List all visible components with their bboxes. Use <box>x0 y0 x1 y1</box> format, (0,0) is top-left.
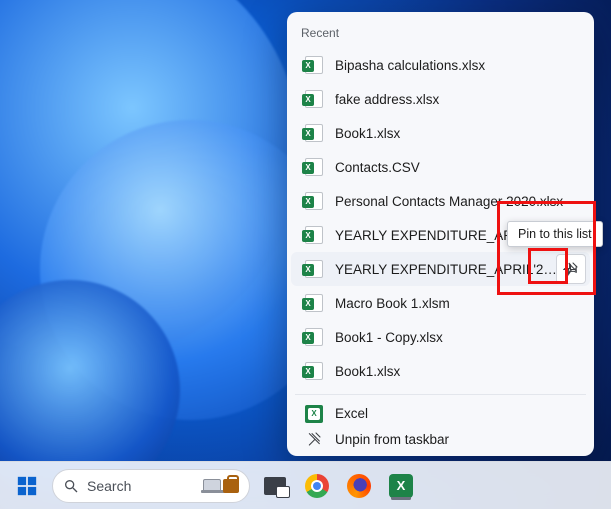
jumplist-unpin-label: Unpin from taskbar <box>335 432 576 447</box>
jumplist-item[interactable]: Book1 - Copy.xlsx <box>291 320 590 354</box>
jumplist-item[interactable]: Contacts.CSV <box>291 150 590 184</box>
windows-logo-icon <box>16 475 38 497</box>
excel-file-icon <box>305 124 323 142</box>
jumplist-item[interactable]: fake address.xlsx <box>291 82 590 116</box>
excel-file-icon <box>305 226 323 244</box>
jumplist-item[interactable]: Personal Contacts Manager 2020.xlsx <box>291 184 590 218</box>
excel-app-icon <box>305 405 323 423</box>
jumplist-recent-list: Bipasha calculations.xlsx fake address.x… <box>287 48 594 388</box>
excel-icon: X <box>389 474 413 498</box>
jumplist-unpin-row[interactable]: Unpin from taskbar <box>291 426 590 452</box>
excel-file-icon <box>305 90 323 108</box>
taskbar: Search X <box>0 461 611 509</box>
jumplist-item[interactable]: YEARLY EXPENDITURE_APRIL'2… <box>291 252 590 286</box>
jumplist-item-label: Book1 - Copy.xlsx <box>335 330 576 345</box>
chrome-icon <box>305 474 329 498</box>
excel-file-icon <box>305 192 323 210</box>
pin-to-list-button[interactable] <box>556 254 586 284</box>
jumplist-item-label: Book1.xlsx <box>335 364 576 379</box>
excel-file-icon <box>305 260 323 278</box>
jumplist-item[interactable]: Book1.xlsx <box>291 354 590 388</box>
jumplist-item-label: YEARLY EXPENDITURE_APRIL'2… <box>335 262 576 277</box>
jumplist-item[interactable]: Bipasha calculations.xlsx <box>291 48 590 82</box>
excel-file-icon <box>305 56 323 74</box>
taskbar-search-placeholder: Search <box>87 478 195 494</box>
task-view-icon <box>264 477 286 495</box>
jumplist-item-label: Bipasha calculations.xlsx <box>335 58 576 73</box>
jumplist-item-label: Macro Book 1.xlsm <box>335 296 576 311</box>
jumplist-app-label: Excel <box>335 406 576 421</box>
unpin-icon <box>305 430 323 448</box>
start-button[interactable] <box>10 469 44 503</box>
jumplist-item-label: Personal Contacts Manager 2020.xlsx <box>335 194 576 209</box>
taskbar-app-chrome[interactable] <box>300 469 334 503</box>
excel-file-icon <box>305 158 323 176</box>
jumplist-item[interactable]: Macro Book 1.xlsm <box>291 286 590 320</box>
jumplist-app-row[interactable]: Excel <box>291 401 590 427</box>
taskbar-active-indicator <box>391 497 411 500</box>
jumplist-item-label: fake address.xlsx <box>335 92 576 107</box>
pin-icon <box>562 260 580 278</box>
jumplist-item-label: Contacts.CSV <box>335 160 576 175</box>
jumplist-section-header: Recent <box>287 22 594 48</box>
jumplist-item-label: Book1.xlsx <box>335 126 576 141</box>
taskbar-app-excel[interactable]: X <box>384 469 418 503</box>
firefox-icon <box>347 474 371 498</box>
excel-file-icon <box>305 294 323 312</box>
search-icon <box>63 478 79 494</box>
excel-file-icon <box>305 328 323 346</box>
jumplist-item[interactable]: Book1.xlsx <box>291 116 590 150</box>
excel-file-icon <box>305 362 323 380</box>
taskbar-app-firefox[interactable] <box>342 469 376 503</box>
separator <box>295 394 586 395</box>
search-highlight-icon <box>203 479 239 493</box>
tooltip-pin-to-list: Pin to this list <box>507 221 603 247</box>
taskbar-search[interactable]: Search <box>52 469 250 503</box>
task-view-button[interactable] <box>258 469 292 503</box>
